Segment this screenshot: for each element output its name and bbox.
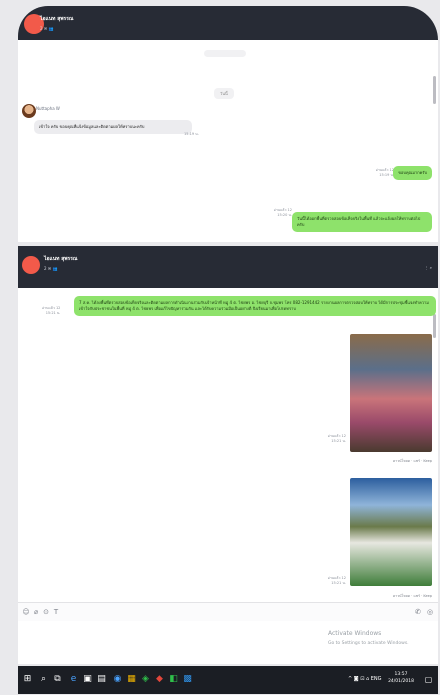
chat-meta: 2 ✉ 👥: [40, 26, 54, 31]
app-icon[interactable]: ◉: [112, 674, 123, 685]
outgoing-message[interactable]: วันนี้ได้ออกพื้นที่ตรวจสอบข้อเท็จจริงในพ…: [292, 212, 432, 232]
camera-icon[interactable]: ⊙: [42, 608, 50, 616]
folder-icon[interactable]: ▦: [126, 674, 137, 685]
chat-header: ไอแนท สุพรรณ 2 ✉ 👥 ⋮ ⌕: [18, 246, 438, 288]
read-receipt: อ่านแล้ว 12 15:20 น.: [274, 208, 292, 218]
scrollbar[interactable]: [433, 314, 436, 338]
chat-header: ไอแนท สุพรรณ 2 ✉ 👥: [18, 6, 438, 40]
read-receipt: อ่านแล้ว 12 15:21 น.: [328, 434, 346, 444]
text-format-icon[interactable]: T: [52, 608, 60, 616]
calculator-icon[interactable]: ▤: [96, 674, 107, 685]
message-time: 15:19 น.: [184, 132, 199, 136]
clock-time: 13:57: [394, 672, 408, 677]
photo-actions[interactable]: ดาวน์โหลด · แชร์ · Keep: [393, 458, 432, 464]
message-composer[interactable]: ☺ ⌀ ⊙ T ✆ ◎: [18, 602, 438, 621]
outgoing-message[interactable]: ขอบคุณมากครับ: [393, 166, 432, 180]
message-time: 15:21 น.: [331, 439, 346, 443]
store-icon[interactable]: ▣: [82, 674, 93, 685]
phone-icon[interactable]: ✆: [414, 608, 422, 616]
photo-message[interactable]: [350, 334, 432, 452]
sender-avatar[interactable]: [22, 104, 36, 118]
emoji-icon[interactable]: ☺: [22, 608, 30, 616]
clock-date: 24/01/2018: [388, 679, 414, 684]
date-divider-today: วันนี้: [214, 88, 234, 99]
windows-taskbar: ⊞ ⌕ ⧉ e ▣ ▤ ◉ ▦ ◈ ◆ ◧ ▩ ^ ◙ ⊡ ⌂ ENG 13:5…: [18, 666, 438, 694]
read-receipt: อ่านแล้ว 12 15:19 น.: [376, 168, 394, 178]
avatar[interactable]: [22, 256, 40, 274]
edge-icon[interactable]: e: [68, 674, 79, 685]
video-icon[interactable]: ◎: [426, 608, 434, 616]
app-icon[interactable]: ◆: [154, 674, 165, 685]
outgoing-message[interactable]: 7 ส.ค. ได้ลงพื้นที่ตรวจสอบข้อเท็จจริงและ…: [74, 296, 436, 316]
read-receipt: อ่านแล้ว 12 15:21 น.: [42, 306, 60, 316]
attach-icon[interactable]: ⌀: [32, 608, 40, 616]
read-receipt: อ่านแล้ว 12 15:21 น.: [328, 576, 346, 586]
search-icon[interactable]: ⌕: [38, 674, 49, 685]
chat-window-bottom: ไอแนท สุพรรณ 2 ✉ 👥 ⋮ ⌕ อ่านแล้ว 12 15:21…: [18, 246, 438, 664]
app-icon[interactable]: ◧: [168, 674, 179, 685]
sender-name: Nuttapha W: [36, 106, 60, 111]
chat-window-top: ไอแนท สุพรรณ 2 ✉ 👥 วันนี้ Nuttapha W เข้…: [18, 6, 438, 242]
photo-actions[interactable]: ดาวน์โหลด · แชร์ · Keep: [393, 593, 432, 599]
chat-meta: 2 ✉ 👥: [44, 266, 58, 271]
message-time: 15:21 น.: [45, 311, 61, 315]
activation-subtitle: Go to Settings to activate Windows.: [328, 641, 409, 646]
date-divider: [204, 50, 246, 57]
photo-message[interactable]: [350, 478, 432, 586]
header-actions-icon[interactable]: ⋮ ⌕: [424, 265, 432, 270]
message-time: 15:19 น.: [379, 173, 394, 177]
chat-title: ไอแนท สุพรรณ: [44, 256, 78, 262]
line-icon[interactable]: ◈: [140, 674, 151, 685]
clock[interactable]: 13:57 24/01/2018: [388, 671, 414, 685]
incoming-message[interactable]: เข้าใจ ครับ ขอบคุณที่แจ้งข้อมูลและติดตาม…: [34, 120, 192, 134]
message-time: 15:20 น.: [277, 213, 292, 217]
scrollbar[interactable]: [433, 76, 436, 104]
system-tray[interactable]: ^ ◙ ⊡ ⌂ ENG: [348, 676, 382, 682]
notifications-icon[interactable]: ▢: [423, 674, 434, 685]
chat-title: ไอแนท สุพรรณ: [40, 16, 74, 22]
task-view-icon[interactable]: ⧉: [52, 674, 63, 685]
app-icon[interactable]: ▩: [182, 674, 193, 685]
start-icon[interactable]: ⊞: [22, 674, 33, 685]
message-time: 15:21 น.: [331, 581, 346, 585]
activation-title: Activate Windows: [328, 630, 382, 637]
